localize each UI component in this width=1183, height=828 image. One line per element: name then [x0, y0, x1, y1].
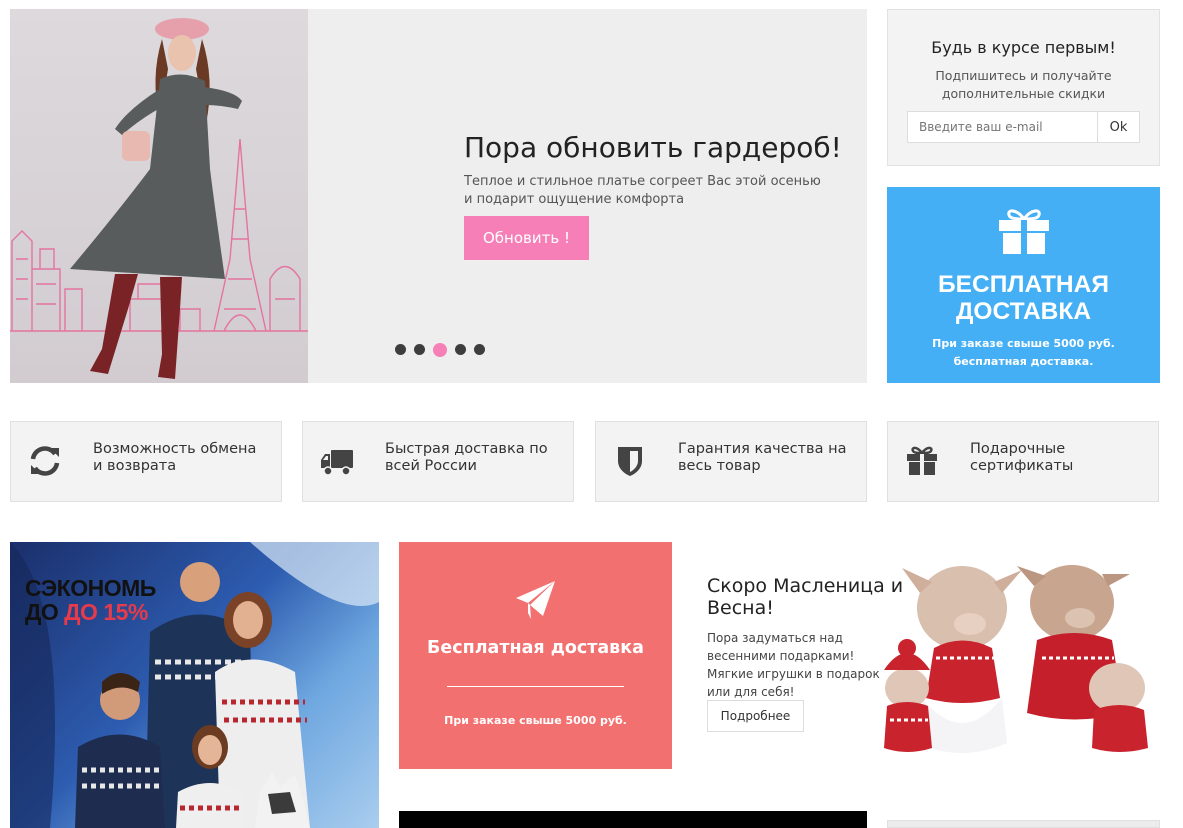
coral-delivery-banner[interactable]: Бесплатная доставка При заказе свыше 500…: [399, 542, 672, 769]
slider-dot-2[interactable]: [414, 344, 425, 355]
slider-dot-4[interactable]: [455, 344, 466, 355]
hero-update-button[interactable]: Обновить !: [464, 216, 589, 260]
feature-quality[interactable]: Гарантия качества на весь товар: [595, 421, 867, 502]
gift-icon: [999, 209, 1049, 254]
feature-gift-cards-line2: сертификаты: [970, 458, 1074, 474]
feature-fast-delivery-label: Быстрая доставка по всей России: [385, 441, 548, 475]
feature-quality-line2: весь товар: [678, 458, 761, 474]
feature-exchange-line2: и возврата: [93, 458, 177, 474]
feature-gift-cards-label: Подарочные сертификаты: [970, 441, 1073, 475]
refresh-icon: [30, 446, 60, 476]
promo-line2: ДО ДО 15%: [25, 600, 156, 624]
newsletter-form: Ok: [907, 111, 1140, 143]
feature-fast-delivery[interactable]: Быстрая доставка по всей России: [302, 421, 574, 502]
truck-icon: [321, 450, 353, 476]
feature-gift-cards-line1: Подарочные: [970, 441, 1066, 457]
promo-line1: СЭКОНОМЬ: [25, 575, 156, 601]
email-input[interactable]: [908, 112, 1098, 142]
feature-exchange[interactable]: Возможность обмена и возврата: [10, 421, 282, 502]
spring-description: Пора задуматься над весенними подарками!…: [707, 631, 880, 699]
newsletter-subtitle: Подпишитесь и получайте дополнительные с…: [935, 68, 1112, 101]
bottom-banner-dark: [399, 811, 867, 828]
free-delivery-title: БЕСПЛАТНАЯ ДОСТАВКА: [887, 271, 1160, 325]
subscribe-ok-button[interactable]: Ok: [1098, 112, 1139, 142]
coral-delivery-subtitle: При заказе свыше 5000 руб.: [444, 714, 627, 727]
spring-details-button[interactable]: Подробнее: [707, 700, 804, 732]
hero-slider: Пора обновить гардероб! Теплое и стильно…: [10, 9, 867, 383]
newsletter-box: Будь в курсе первым! Подпишитесь и получ…: [887, 9, 1160, 166]
gift-icon: [907, 446, 937, 475]
paper-plane-icon: [516, 581, 555, 619]
feature-exchange-label: Возможность обмена и возврата: [93, 441, 256, 475]
slider-dots: [395, 342, 485, 357]
shield-icon: [618, 447, 642, 476]
hero-model-image: [10, 9, 308, 383]
promo-headline: СЭКОНОМЬ ДО ДО 15%: [25, 576, 156, 624]
feature-exchange-line1: Возможность обмена: [93, 441, 257, 457]
feature-gift-cards[interactable]: Подарочные сертификаты: [887, 421, 1159, 502]
slider-dot-5[interactable]: [474, 344, 485, 355]
slider-dot-3[interactable]: [433, 342, 447, 357]
feature-quality-line1: Гарантия качества на: [678, 441, 847, 457]
free-delivery-title-line2: ДОСТАВКА: [955, 298, 1092, 325]
coral-delivery-title: Бесплатная доставка: [427, 638, 644, 658]
newsletter-title: Будь в курсе первым!: [931, 38, 1116, 57]
coral-divider: [447, 686, 624, 687]
feature-fast-delivery-line1: Быстрая доставка по: [385, 441, 548, 457]
slider-dot-1[interactable]: [395, 344, 406, 355]
promo-line2-prefix: ДО: [25, 599, 59, 625]
feature-fast-delivery-line2: всей России: [385, 458, 477, 474]
promo-discount: ДО 15%: [64, 599, 148, 625]
free-delivery-subtitle: При заказе свыше 5000 руб. бесплатная до…: [932, 337, 1115, 368]
feature-quality-label: Гарантия качества на весь товар: [678, 441, 846, 475]
family-sweaters-promo[interactable]: СЭКОНОМЬ ДО ДО 15%: [10, 542, 379, 828]
plush-pigs-image: [884, 565, 1148, 753]
bottom-panel-light: [887, 820, 1160, 828]
hero-title: Пора обновить гардероб!: [464, 131, 842, 164]
free-delivery-title-line1: БЕСПЛАТНАЯ: [938, 271, 1109, 298]
free-delivery-banner[interactable]: БЕСПЛАТНАЯ ДОСТАВКА При заказе свыше 500…: [887, 187, 1160, 383]
hero-description: Теплое и стильное платье согреет Вас это…: [464, 174, 821, 207]
